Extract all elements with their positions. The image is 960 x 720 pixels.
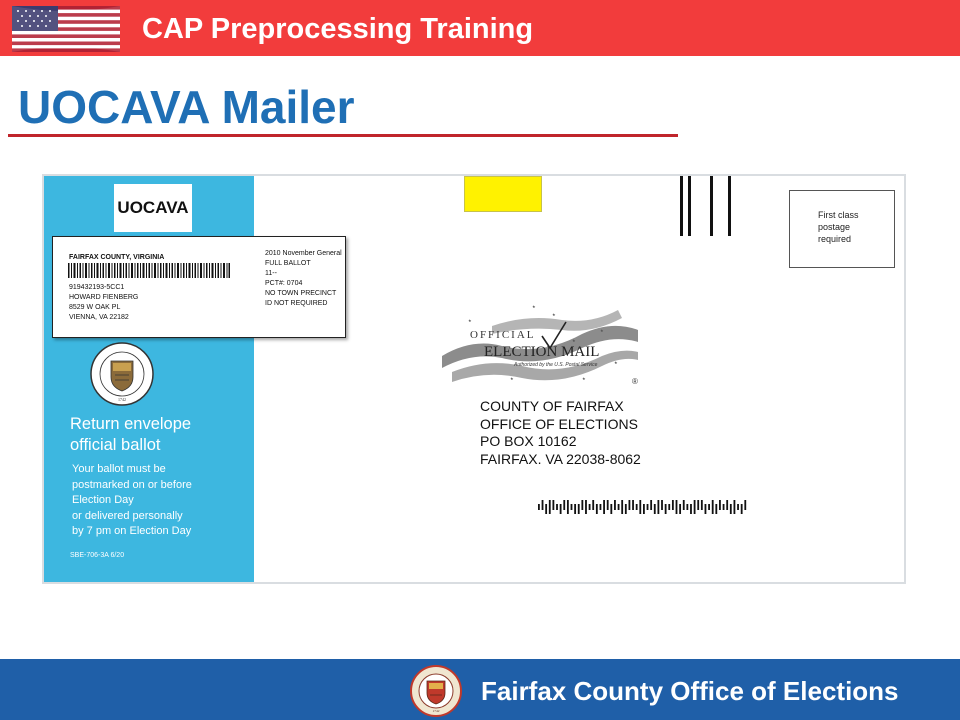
form-code: SBE-706-3A 6/20 (70, 552, 125, 559)
header-bar: CAP Preprocessing Training (0, 0, 960, 56)
footer-title: Fairfax County Office of Elections (481, 676, 899, 706)
title-underline (8, 134, 678, 137)
voter-line: HOWARD FIENBERG (69, 294, 139, 301)
fim-barcode (680, 176, 731, 236)
voter-address-lines: 919432193-5CC1 HOWARD FIENBERG 8529 W OA… (69, 283, 138, 323)
header-title: CAP Preprocessing Training (142, 13, 534, 45)
official-election-mail-logo: ★★★ ★★★ ★★★ OFFICIAL ELECTION MAIL Autho… (442, 304, 638, 386)
svg-text:★: ★ (510, 376, 514, 381)
voter-address-label: FAIRFAX COUNTY, VIRGINIA 919432193-5CC1 … (52, 236, 346, 338)
page-title: UOCAVA Mailer (18, 81, 355, 133)
voter-line: VIENNA, VA 22182 (69, 314, 129, 321)
ballot-line: PCT#: 0704 (265, 280, 303, 287)
ballot-line: 11-- (265, 270, 277, 277)
ballot-line: ID NOT REQUIRED (265, 300, 328, 307)
instruction-line: or delivered personally (72, 509, 183, 522)
label-county: FAIRFAX COUNTY, VIRGINIA (69, 254, 165, 261)
registered-mark: ® (632, 377, 638, 386)
emblem-tagline: Authorized by the U.S. Postal Service (513, 362, 598, 368)
address-line: PO BOX 10162 (480, 433, 577, 449)
address-line: OFFICE OF ELECTIONS (480, 415, 638, 432)
ballot-line: 2010 November General (265, 250, 342, 257)
svg-text:★: ★ (582, 376, 586, 381)
label-barcode (68, 263, 230, 278)
uocava-tag: UOCAVA (114, 184, 192, 232)
address-line: FAIRFAX. VA 22038-8062 (480, 450, 641, 467)
envelope-image: UOCAVA 1742 Return envelope official bal… (42, 174, 906, 584)
svg-text:1742: 1742 (118, 397, 126, 402)
postage-text: First class postage required (818, 209, 859, 245)
svg-text:★: ★ (468, 318, 472, 323)
return-instructions: Your ballot must be postmarked on or bef… (72, 462, 192, 540)
postage-line: required (818, 234, 852, 244)
us-flag-icon (12, 6, 120, 52)
svg-text:★: ★ (572, 338, 576, 343)
svg-text:★: ★ (600, 328, 604, 333)
voter-line: 919432193-5CC1 (69, 284, 125, 291)
postage-line: postage (818, 222, 851, 232)
ballot-line: NO TOWN PRECINCT (265, 290, 337, 297)
emblem-line1: OFFICIAL (470, 329, 536, 341)
instruction-line: by 7 pm on Election Day (72, 525, 192, 537)
address-line: COUNTY OF FAIRFAX (480, 398, 624, 414)
heading-line: official ballot (70, 436, 161, 454)
yellow-highlight-box (464, 176, 542, 212)
emblem-line2: ELECTION MAIL (484, 344, 599, 360)
postage-line: First class (818, 210, 859, 220)
fairfax-county-seal-icon: 1742 (89, 341, 155, 407)
svg-text:★: ★ (532, 304, 536, 309)
instruction-line: Election Day (72, 494, 134, 506)
svg-text:1742: 1742 (433, 709, 440, 713)
svg-text:★: ★ (614, 360, 618, 365)
instruction-line: postmarked on or before (72, 478, 192, 491)
return-envelope-heading: Return envelope official ballot (70, 414, 191, 456)
ballot-info-lines: 2010 November General FULL BALLOT 11-- P… (265, 249, 342, 309)
instruction-line: Your ballot must be (72, 463, 166, 475)
intelligent-mail-barcode (538, 500, 747, 514)
ballot-line: FULL BALLOT (265, 260, 311, 267)
footer-bar: 1742 Fairfax County Office of Elections (0, 659, 960, 720)
heading-line: Return envelope (70, 415, 192, 433)
postage-box: First class postage required (789, 190, 895, 268)
recipient-address: COUNTY OF FAIRFAX OFFICE OF ELECTIONS PO… (480, 398, 641, 468)
slide: CAP Preprocessing Training UOCAVA Mailer… (0, 0, 960, 720)
svg-text:★: ★ (552, 312, 556, 317)
voter-line: 8529 W OAK PL (69, 304, 121, 311)
fairfax-county-seal-icon: 1742 (410, 665, 462, 717)
